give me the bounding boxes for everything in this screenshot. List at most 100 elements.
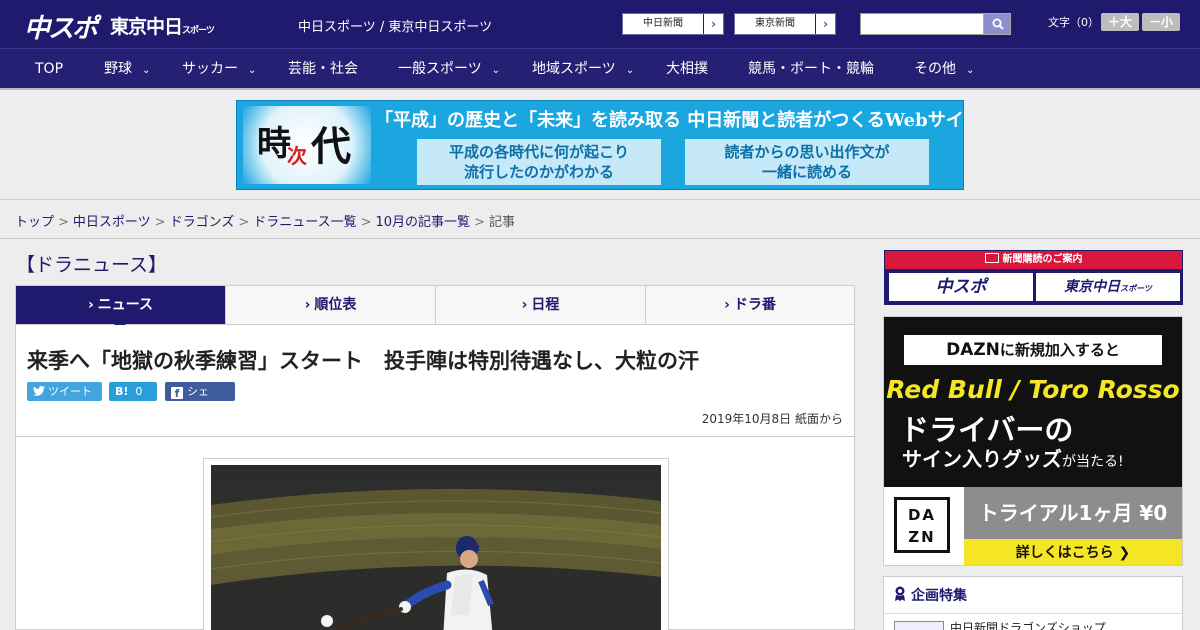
facebook-share-button[interactable]: f シェア 0: [165, 382, 235, 417]
font-decrease-button[interactable]: －小: [1142, 13, 1180, 31]
feature-title: 企画特集: [894, 585, 967, 605]
feature-item-link[interactable]: 中日新聞ドラゴンズショップ: [950, 619, 1106, 630]
dazn-logo-line: ZN: [908, 528, 936, 546]
ad-top-text: に新規加入すると: [999, 341, 1120, 359]
nav-item-general-sports[interactable]: 一般スポーツ ⌄: [398, 49, 500, 89]
divider: [16, 436, 854, 437]
banner-headline: 「平成」の歴史と「未来」を読み取る 中日新聞と読者がつくるWebサイト: [375, 110, 964, 131]
nav-label: 野球: [104, 61, 132, 77]
nav-label: その他: [914, 61, 956, 77]
divider: [884, 613, 1182, 614]
dazn-logo-line: DA: [907, 506, 937, 524]
nav-label: 競馬・ボート・競輪: [748, 61, 874, 77]
batting-practice-photo: [211, 465, 661, 630]
tab-schedule[interactable]: › 日程: [436, 286, 646, 324]
tokyo-chunichi-logo[interactable]: 東京中日スポーツ: [110, 12, 215, 39]
ad-subheadline-suffix: が当たる!: [1062, 454, 1124, 470]
nav-label: TOP: [35, 61, 64, 77]
twitter-icon: [33, 386, 45, 396]
tokyo-logo-text: 東京中日: [1064, 279, 1121, 295]
tab-label: ニュース: [97, 297, 154, 313]
nav-item-entertainment[interactable]: 芸能・社会: [288, 49, 358, 89]
banner-box-line: 一緒に読める: [761, 163, 852, 181]
site-links[interactable]: 中日スポーツ / 東京中日スポーツ: [298, 16, 492, 35]
subscription-header: 新聞購読のご案内: [885, 251, 1182, 269]
dazn-wordmark: DAZN: [946, 340, 1000, 360]
article-photo[interactable]: [211, 465, 661, 630]
feature-thumbnail[interactable]: [894, 621, 944, 630]
nav-item-local-sports[interactable]: 地域スポーツ ⌄: [532, 49, 634, 89]
chevron-right-icon: ›: [87, 297, 94, 313]
logo-char: 時: [257, 124, 291, 164]
chevron-right-icon: ›: [304, 297, 311, 313]
tweet-label: ツイート: [48, 385, 92, 398]
nav-item-top[interactable]: TOP: [35, 49, 63, 89]
banner-box-line: 読者からの思い出作文が: [724, 143, 890, 161]
subscribe-tokyo-chunichi-logo[interactable]: 東京中日スポーツ: [1036, 273, 1180, 301]
breadcrumb-separator: >: [154, 215, 166, 230]
tokyo-logo-small: スポーツ: [1120, 284, 1152, 293]
nav-item-baseball[interactable]: 野球 ⌄: [104, 49, 150, 89]
breadcrumb-link[interactable]: 10月の記事一覧: [376, 215, 471, 230]
ad-details-button[interactable]: 詳しくはこちら ❯: [964, 539, 1182, 565]
chevron-right-icon: ›: [815, 14, 835, 34]
chunichi-shimbun-label: 中日新聞: [643, 18, 683, 29]
tab-reporter[interactable]: › ドラ番: [646, 286, 854, 324]
top-header: 中スポ 東京中日スポーツ 中日スポーツ / 東京中日スポーツ 中日新聞 › 東京…: [0, 0, 1200, 48]
banner-box-line: 平成の各時代に何が起こり: [448, 143, 629, 161]
subscribe-chuspo-logo[interactable]: 中スポ: [889, 273, 1033, 301]
chevron-right-icon: ›: [521, 297, 528, 313]
breadcrumb-separator: >: [58, 215, 69, 230]
search-input[interactable]: [860, 13, 984, 35]
nav-item-racing[interactable]: 競馬・ボート・競輪: [748, 49, 874, 89]
dazn-advertisement[interactable]: DAZNに新規加入すると Red Bull / Toro Rosso ドライバー…: [883, 316, 1183, 566]
subscription-head-text: 新聞購読のご案内: [1002, 254, 1083, 265]
tab-label: 日程: [531, 297, 560, 313]
tokyo-shimbun-label: 東京新聞: [755, 18, 795, 29]
tokyo-shimbun-button[interactable]: 東京新聞 ›: [734, 13, 836, 35]
search-button[interactable]: [983, 13, 1011, 35]
banner-box-line: 流行したのかがわかる: [463, 163, 614, 181]
tab-label: ドラ番: [733, 297, 776, 313]
chevron-down-icon: ⌄: [248, 65, 257, 76]
font-increase-button[interactable]: ＋大: [1101, 13, 1139, 31]
breadcrumb-link[interactable]: ドラゴンズ: [170, 215, 235, 230]
article-card: 来季へ「地獄の秋季練習」スタート 投手陣は特別待遇なし、大粒の汗 ツイート B!…: [15, 325, 855, 630]
chuspo-logo[interactable]: 中スポ: [24, 8, 98, 45]
jidai-banner[interactable]: 時 次 代 「平成」の歴史と「未来」を読み取る 中日新聞と読者がつくるWebサイ…: [236, 100, 964, 190]
logo-char: 代: [311, 123, 351, 170]
nav-label: 大相撲: [666, 61, 708, 77]
tweet-button[interactable]: ツイート: [27, 382, 102, 401]
nav-label: 地域スポーツ: [532, 61, 616, 77]
newspaper-icon: [984, 253, 999, 263]
jidai-logo: 時 次 代: [243, 106, 371, 184]
breadcrumb-separator: >: [238, 215, 250, 230]
feature-box: 企画特集 中日新聞ドラゴンズショップ: [883, 576, 1183, 630]
nav-label: 一般スポーツ: [398, 61, 482, 77]
dazn-logo: DA ZN: [894, 497, 950, 553]
breadcrumb-link[interactable]: トップ: [15, 215, 54, 230]
facebook-icon: f: [171, 387, 183, 400]
tab-standings[interactable]: › 順位表: [226, 286, 436, 324]
chevron-down-icon: ⌄: [966, 65, 975, 76]
breadcrumb-link[interactable]: 中日スポーツ: [73, 215, 151, 230]
chevron-down-icon: ⌄: [491, 65, 501, 76]
subscription-box[interactable]: 新聞購読のご案内 中スポ 東京中日スポーツ: [884, 250, 1183, 305]
chevron-down-icon: ⌄: [625, 65, 635, 76]
hatena-bookmark-button[interactable]: B! 0: [109, 382, 157, 401]
breadcrumb-link[interactable]: ドラニュース一覧: [253, 215, 356, 230]
chevron-right-icon: ›: [724, 297, 730, 313]
article-date: 2019年10月8日 紙面から: [701, 412, 843, 426]
nav-item-sumo[interactable]: 大相撲: [666, 49, 708, 89]
banner-feature-box: 平成の各時代に何が起こり 流行したのかがわかる: [417, 139, 661, 185]
nav-label: サッカー: [182, 61, 238, 77]
search-icon: [992, 18, 1004, 30]
hatena-icon: B!: [115, 385, 129, 398]
article-title: 来季へ「地獄の秋季練習」スタート 投手陣は特別待遇なし、大粒の汗: [27, 349, 699, 373]
nav-item-other[interactable]: その他 ⌄: [914, 49, 974, 89]
tab-news[interactable]: › ニュース: [16, 286, 226, 324]
nav-item-soccer[interactable]: サッカー ⌄: [182, 49, 256, 89]
ad-subheadline: サイン入りグッズが当たる!: [902, 443, 1124, 472]
breadcrumb-separator: >: [360, 215, 372, 230]
chunichi-shimbun-button[interactable]: 中日新聞 ›: [622, 13, 724, 35]
